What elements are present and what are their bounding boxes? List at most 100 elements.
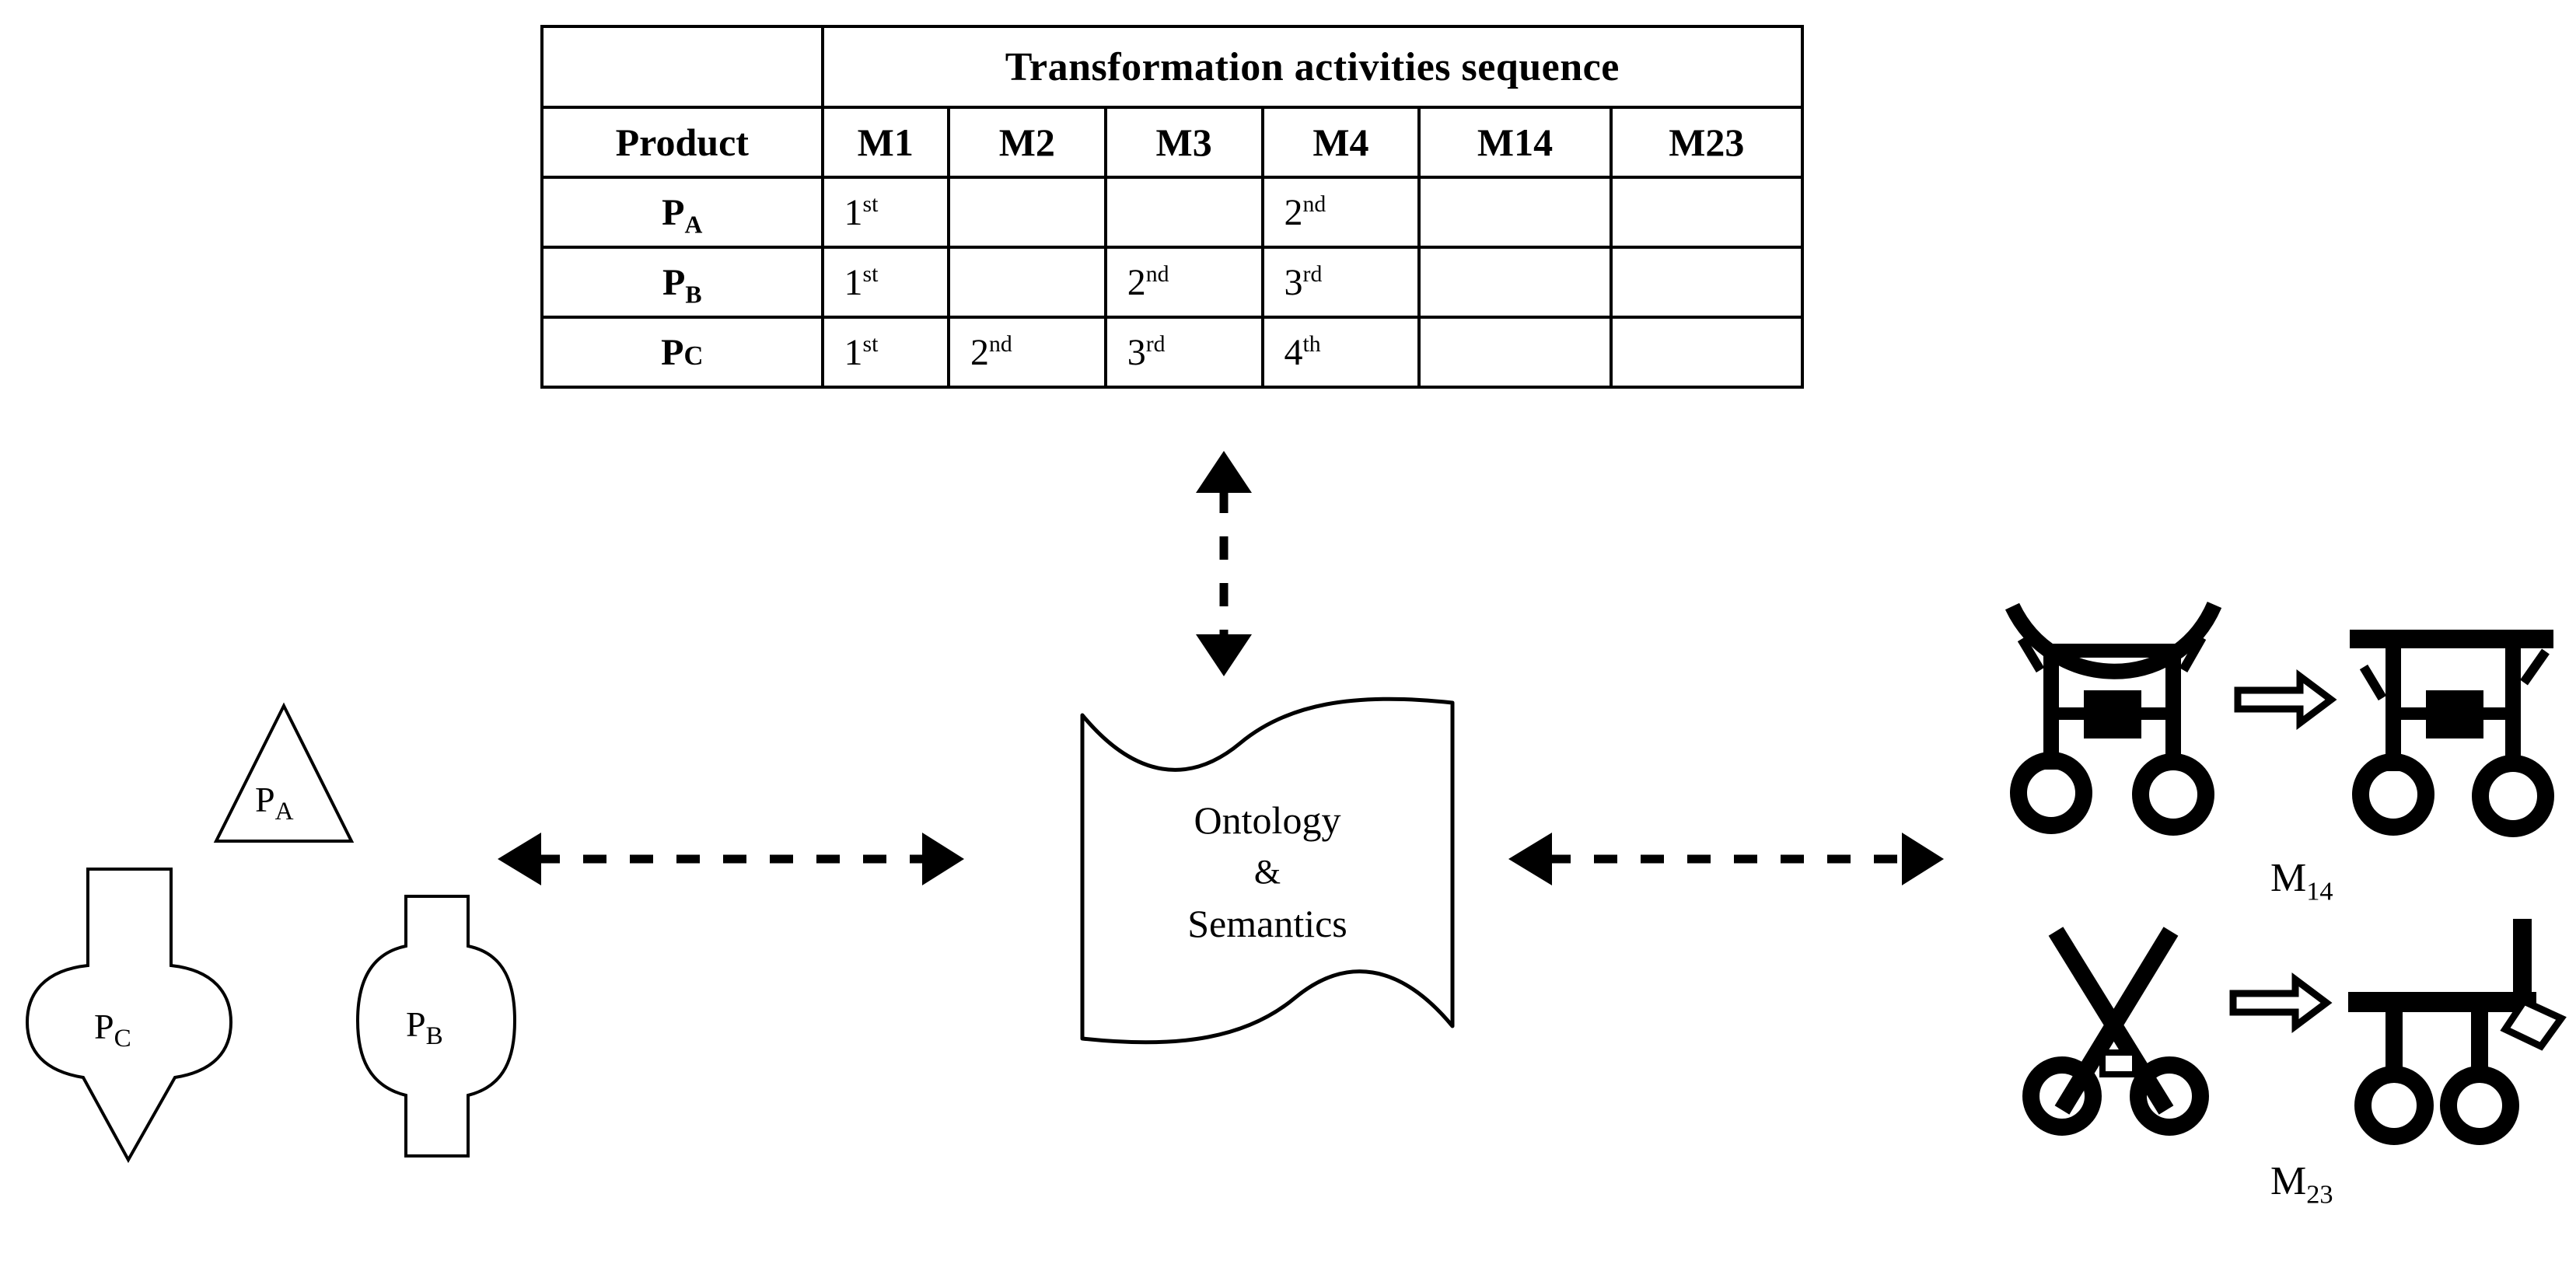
pb-outline <box>355 895 517 1158</box>
center-block <box>2084 690 2141 738</box>
left-wheel <box>2010 752 2092 834</box>
left-wheel <box>2352 753 2434 836</box>
ordinal-number: 2 <box>1127 261 1146 303</box>
machine-subscript: 14 <box>2306 876 2333 906</box>
ordinal-number: 3 <box>1284 261 1303 303</box>
left-tab <box>2056 707 2088 720</box>
machine-label-m23: M23 <box>2270 1158 2333 1208</box>
ordinal-number: 1 <box>844 191 863 233</box>
machine-group-m23: M23 <box>2022 917 2567 1208</box>
column-header-m14: M14 <box>1417 106 1613 179</box>
right-wheel <box>2132 753 2214 836</box>
arrow-head-up <box>1196 451 1252 493</box>
cell-m1: 1st <box>820 316 950 389</box>
product-subscript: A <box>684 211 703 239</box>
ordinal-number: 3 <box>1127 331 1146 373</box>
tick-left <box>2359 664 2387 701</box>
right-tab <box>2137 707 2171 720</box>
cell-m3: 2nd <box>1103 246 1264 319</box>
ontology-line-1: Ontology <box>1194 798 1341 842</box>
transformation-sequence-table: Transformation activities sequence Produ… <box>540 25 1805 389</box>
product-subscript: C <box>683 340 704 371</box>
arrow-table-to-center <box>1166 451 1322 676</box>
m23-source-icon <box>2022 927 2209 1136</box>
right-wheel <box>2440 1066 2519 1145</box>
product-letter: P <box>662 191 685 233</box>
cell-m3 <box>1103 176 1264 249</box>
transform-arrow-m14 <box>2234 669 2337 730</box>
column-header-m3: M3 <box>1103 106 1264 179</box>
m23-target-icon <box>2348 919 2567 1145</box>
right-leg <box>2165 644 2181 770</box>
cell-m1: 1st <box>820 246 950 319</box>
arrow-head-right <box>922 833 964 885</box>
product-shape-pc: PC <box>19 863 237 1166</box>
product-letter: P <box>661 331 684 373</box>
transform-arrow-m23 <box>2229 972 2333 1033</box>
table-header-row-columns: Product M1 M2 M3 M4 M14 M23 <box>540 106 1805 179</box>
cell-m4: 4th <box>1260 316 1421 389</box>
ordinal-suffix: th <box>1302 330 1321 357</box>
arrow-head-right <box>1902 833 1944 885</box>
ontology-text-block: Ontology & Semantics <box>1073 793 1462 951</box>
pivot-connector <box>2099 1049 2138 1077</box>
product-subscript: B <box>685 281 702 309</box>
arrow-products-to-center <box>498 820 964 898</box>
vertical-post <box>2513 919 2532 1003</box>
ordinal-number: 1 <box>844 261 863 303</box>
column-header-m2: M2 <box>946 106 1107 179</box>
ontology-line-3: Semantics <box>1187 902 1347 946</box>
cross-bar <box>2043 644 2182 658</box>
product-letter: P <box>662 261 686 303</box>
horizontal-bar <box>2348 992 2536 1012</box>
table-title-cell: Transformation activities sequence <box>820 25 1805 109</box>
cell-m14 <box>1417 176 1613 249</box>
machine-letter: M <box>2270 1159 2307 1203</box>
machine-label-m14: M14 <box>2270 855 2333 905</box>
arrow-head-left <box>1508 833 1552 885</box>
ordinal-suffix: st <box>862 260 879 287</box>
m14-source-icon <box>2005 601 2222 836</box>
center-block <box>2426 690 2483 738</box>
cell-m3: 3rd <box>1103 316 1264 389</box>
table-header-row-title: Transformation activities sequence <box>540 25 1805 109</box>
column-header-m4: M4 <box>1260 106 1421 179</box>
arrow-center-to-machines <box>1508 820 1944 898</box>
product-shape-pb: PB <box>350 890 521 1162</box>
ontology-line-2: & <box>1253 853 1281 891</box>
arrow-head-down <box>1196 634 1252 676</box>
ordinal-number: 2 <box>1284 191 1303 233</box>
cell-m23 <box>1609 316 1805 389</box>
machine-subscript: 23 <box>2306 1179 2333 1210</box>
cell-m14 <box>1417 246 1613 319</box>
ordinal-suffix: rd <box>1145 330 1166 357</box>
cell-m23 <box>1609 176 1805 249</box>
ordinal-number: 1 <box>844 331 863 373</box>
triangle-outline <box>213 702 355 843</box>
table-row: PC 1st 2nd 3rd 4th <box>540 316 1805 389</box>
cell-m4: 3rd <box>1260 246 1421 319</box>
ordinal-suffix: nd <box>1302 190 1326 217</box>
product-shape-pa: PA <box>210 700 358 847</box>
ordinal-suffix: st <box>862 330 879 357</box>
ordinal-suffix: rd <box>1302 260 1323 287</box>
header-blank-cell <box>540 25 824 109</box>
cell-m14 <box>1417 316 1613 389</box>
pc-outline <box>25 868 233 1164</box>
arrow-head-left <box>498 833 541 885</box>
cell-m2 <box>946 246 1107 319</box>
right-wheel <box>2472 755 2554 837</box>
table-row: PA 1st 2nd <box>540 176 1805 249</box>
column-header-m23: M23 <box>1609 106 1805 179</box>
ontology-semantics-node: Ontology & Semantics <box>1073 692 1462 1049</box>
row-product-label: PB <box>540 246 824 319</box>
straight-top-bar <box>2350 630 2553 648</box>
ordinal-number: 4 <box>1284 331 1303 373</box>
left-wheel <box>2354 1066 2434 1145</box>
m14-target-icon <box>2350 630 2554 837</box>
ordinal-number: 2 <box>970 331 989 373</box>
cell-m23 <box>1609 246 1805 319</box>
column-header-product: Product <box>540 106 824 179</box>
tick-right <box>2520 648 2550 686</box>
cell-m1: 1st <box>820 176 950 249</box>
